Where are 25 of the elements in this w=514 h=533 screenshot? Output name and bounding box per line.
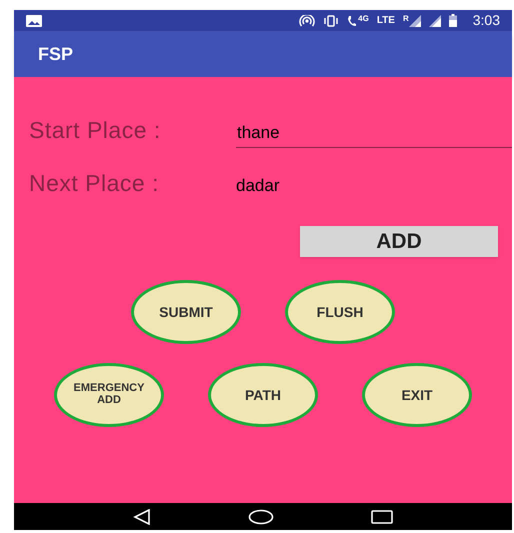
phone-icon	[347, 14, 358, 26]
add-button[interactable]: ADD	[300, 226, 498, 257]
home-icon[interactable]	[248, 508, 274, 524]
battery-icon	[448, 14, 457, 27]
network-label: LTE	[376, 14, 395, 28]
signal-icon	[428, 14, 441, 26]
text-input-field[interactable]: dadar	[236, 172, 512, 200]
text-input-field[interactable]: thane	[236, 120, 512, 148]
field-label: Next Place :	[29, 168, 160, 198]
vibrate-icon	[323, 14, 340, 26]
clock-time: 3:03	[472, 11, 500, 30]
round-button[interactable]: EXIT	[362, 363, 472, 427]
round-button[interactable]: EMERGENCY ADD	[54, 363, 164, 427]
app-title: FSP	[38, 42, 74, 66]
field-label: Start Place :	[29, 116, 162, 145]
roaming-label: R	[402, 14, 409, 22]
round-button[interactable]: SUBMIT	[131, 280, 241, 344]
hotspot-icon	[299, 14, 316, 26]
image-icon	[26, 14, 42, 26]
recents-icon[interactable]	[371, 510, 394, 524]
back-icon[interactable]	[132, 508, 151, 524]
round-button[interactable]: FLUSH	[285, 280, 395, 344]
round-button[interactable]: PATH	[208, 363, 318, 427]
signal-icon	[408, 14, 421, 26]
network-type-label: 4G	[358, 14, 369, 22]
